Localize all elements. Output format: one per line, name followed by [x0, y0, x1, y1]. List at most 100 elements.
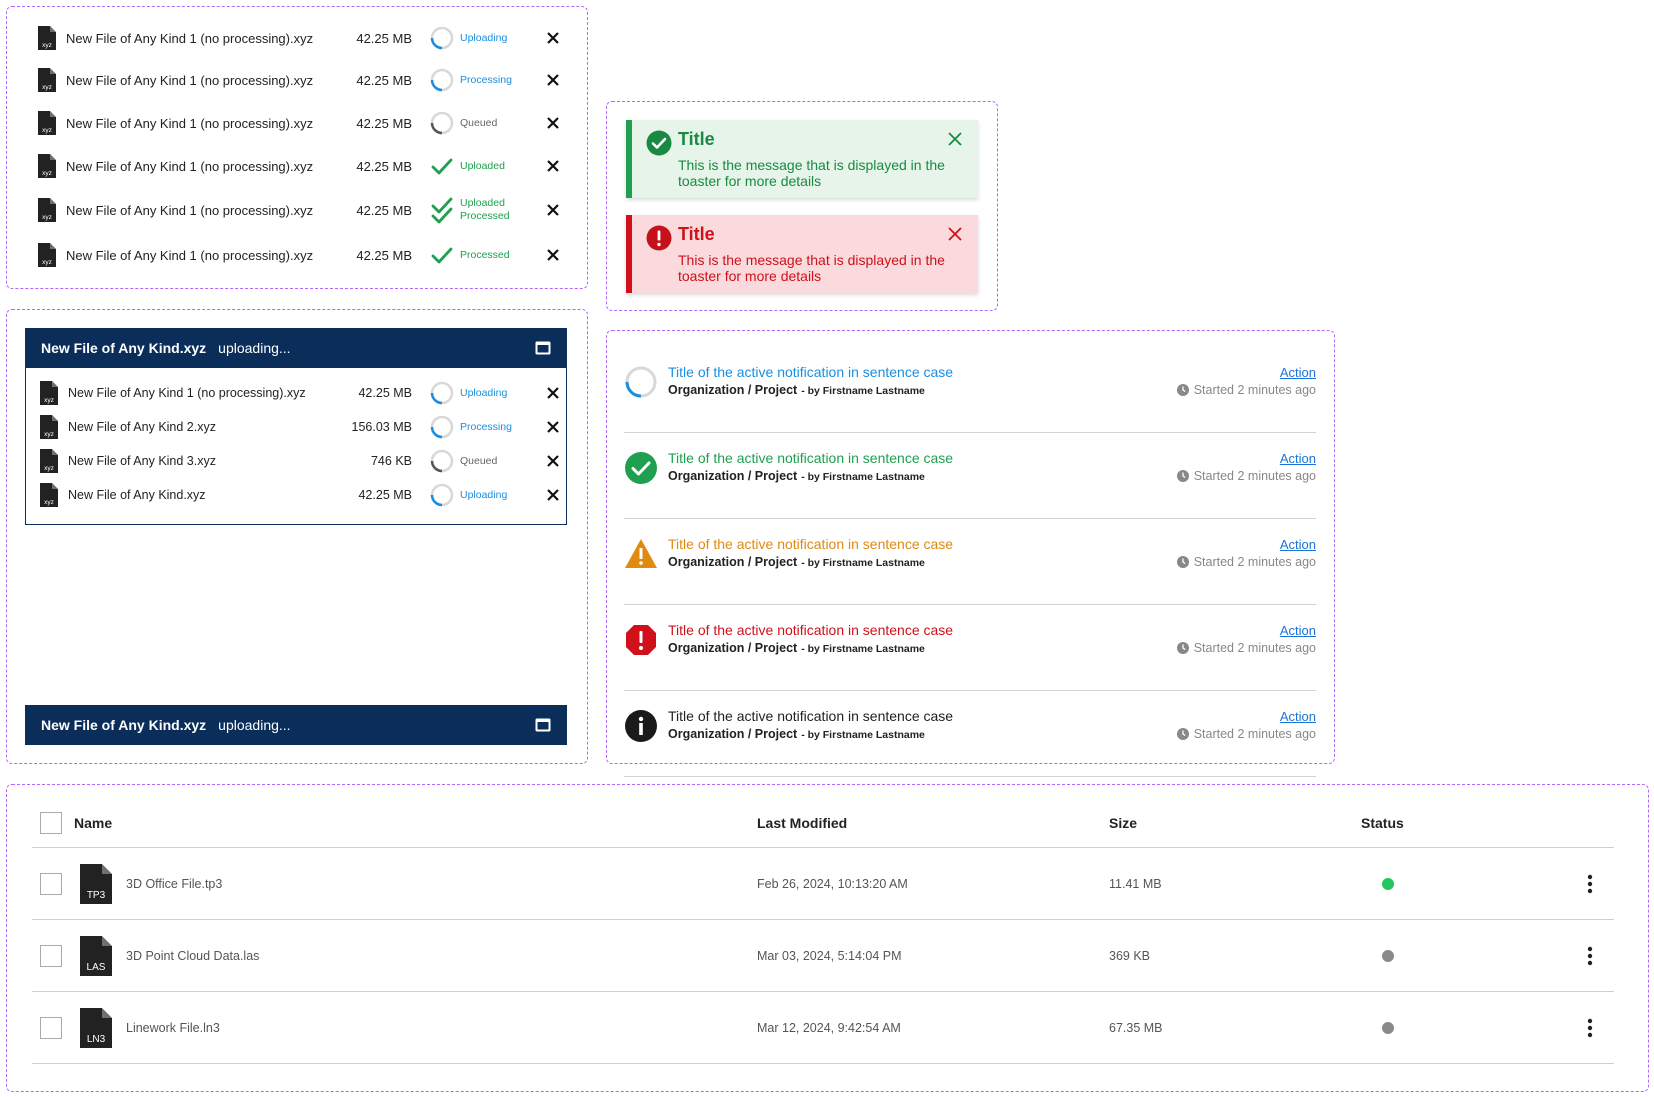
column-header-status[interactable]: Status: [1361, 815, 1404, 831]
close-icon[interactable]: [948, 132, 962, 146]
svg-text:xyz: xyz: [44, 397, 54, 404]
upload-row: xyz New File of Any Kind 2.xyz 156.03 MB Pr…: [26, 410, 566, 444]
notification-action-link[interactable]: Action: [1280, 709, 1316, 724]
svg-text:xyz: xyz: [42, 170, 52, 177]
notification-item-warning: Title of the active notification in sent…: [624, 519, 1316, 605]
file-status: Processing: [430, 68, 530, 92]
table-row[interactable]: TP3 3D Office File.tp3 Feb 26, 2024, 10:13…: [32, 848, 1614, 920]
file-size: 67.35 MB: [1109, 1021, 1163, 1035]
notification-source: Organization / Project - by Firstname Las…: [668, 555, 925, 569]
minimize-icon[interactable]: [535, 341, 551, 355]
file-row: xyz New File of Any Kind 1 (no processing…: [30, 60, 560, 100]
file-size: 42.25 MB: [358, 488, 412, 502]
organization-project: Organization / Project: [668, 383, 798, 397]
file-status: Uploaded Processed: [430, 196, 530, 224]
notification-item-success: Title of the active notification in sent…: [624, 433, 1316, 519]
status-dot: [1382, 950, 1394, 962]
maximize-icon[interactable]: [535, 718, 551, 732]
started-time: Started 2 minutes ago: [1193, 469, 1316, 483]
table-row[interactable]: LAS 3D Point Cloud Data.las Mar 03, 2024, …: [32, 920, 1614, 992]
close-icon[interactable]: [546, 31, 560, 45]
column-header-last-modified[interactable]: Last Modified: [757, 815, 847, 831]
file-row: xyz New File of Any Kind 1 (no processing…: [30, 235, 560, 275]
organization-project: Organization / Project: [668, 641, 798, 655]
file-name[interactable]: Linework File.ln3: [126, 1021, 220, 1035]
close-icon[interactable]: [546, 203, 560, 217]
checkmark-icon: [431, 158, 453, 175]
uploader-collapsed-header[interactable]: New File of Any Kind.xyz uploading...: [25, 705, 567, 745]
notification-action-link[interactable]: Action: [1280, 365, 1316, 380]
notification-time: Started 2 minutes ago: [1176, 555, 1316, 569]
notification-title: Title of the active notification in sent…: [668, 536, 954, 552]
status-dot: [1382, 878, 1394, 890]
notification-item-info: Title of the active notification in sent…: [624, 691, 1316, 777]
file-row: xyz New File of Any Kind 1 (no processing…: [30, 190, 560, 230]
close-icon[interactable]: [546, 116, 560, 130]
more-options-icon[interactable]: [1587, 1018, 1593, 1038]
file-status: Uploading: [430, 381, 530, 405]
close-icon[interactable]: [546, 248, 560, 262]
status-label: Queued: [460, 454, 498, 467]
column-header-size[interactable]: Size: [1109, 815, 1137, 831]
progress-spinner-icon: [430, 26, 454, 50]
svg-text:xyz: xyz: [42, 214, 52, 221]
file-type-icon: LN3: [80, 1008, 112, 1048]
author: - by Firstname Lastname: [801, 729, 925, 741]
notification-item-active: Title of the active notification in sent…: [624, 347, 1316, 433]
file-status: Uploading: [430, 26, 530, 50]
table-row[interactable]: LN3 Linework File.ln3 Mar 12, 2024, 9:42:5…: [32, 992, 1614, 1064]
file-row: xyz New File of Any Kind 1 (no processing…: [30, 146, 560, 186]
progress-spinner-icon: [430, 483, 454, 507]
warning-triangle-icon: [625, 539, 657, 568]
more-options-icon[interactable]: [1587, 946, 1593, 966]
file-name: New File of Any Kind.xyz: [68, 488, 206, 502]
file-name[interactable]: 3D Point Cloud Data.las: [126, 949, 259, 963]
progress-spinner-icon: [430, 68, 454, 92]
file-icon: xyz: [38, 198, 56, 222]
check-circle-icon: [646, 130, 672, 156]
row-checkbox[interactable]: [40, 873, 62, 895]
row-checkbox[interactable]: [40, 1017, 62, 1039]
close-icon[interactable]: [546, 386, 560, 400]
notification-source: Organization / Project - by Firstname Las…: [668, 469, 925, 483]
notification-action-link[interactable]: Action: [1280, 623, 1316, 638]
column-header-name[interactable]: Name: [74, 815, 112, 831]
select-all-checkbox[interactable]: [40, 812, 62, 834]
error-toast: Title This is the message that is displa…: [626, 215, 978, 293]
uploader-header[interactable]: New File of Any Kind.xyz uploading...: [25, 328, 567, 368]
file-size: 42.25 MB: [356, 72, 412, 88]
close-icon[interactable]: [546, 420, 560, 434]
more-options-icon[interactable]: [1587, 874, 1593, 894]
notification-action-link[interactable]: Action: [1280, 451, 1316, 466]
upload-row: xyz New File of Any Kind 1 (no processing…: [26, 376, 566, 410]
file-name[interactable]: 3D Office File.tp3: [126, 877, 222, 891]
file-size: 369 KB: [1109, 949, 1151, 963]
file-icon: xyz: [40, 381, 58, 405]
notification-action-link[interactable]: Action: [1280, 537, 1316, 552]
svg-text:LN3: LN3: [87, 1034, 106, 1045]
file-type-icon: LAS: [80, 936, 112, 976]
notification-title: Title of the active notification in sent…: [668, 708, 954, 724]
status-label: Uploaded: [460, 159, 505, 172]
info-circle-icon: [625, 710, 657, 742]
close-icon[interactable]: [546, 454, 560, 468]
check-circle-icon: [625, 452, 657, 484]
status-label: Processing: [460, 420, 512, 433]
last-modified: Mar 03, 2024, 5:14:04 PM: [757, 949, 902, 963]
close-icon[interactable]: [546, 159, 560, 173]
started-time: Started 2 minutes ago: [1193, 641, 1316, 655]
close-icon[interactable]: [948, 227, 962, 241]
close-icon[interactable]: [546, 73, 560, 87]
svg-text:xyz: xyz: [44, 465, 54, 472]
file-size: 156.03 MB: [351, 420, 412, 434]
close-icon[interactable]: [546, 488, 560, 502]
svg-text:xyz: xyz: [44, 499, 54, 506]
started-time: Started 2 minutes ago: [1193, 727, 1316, 741]
status-label: Queued: [460, 116, 498, 129]
notification-time: Started 2 minutes ago: [1176, 383, 1316, 397]
status-dot: [1382, 1022, 1394, 1034]
row-checkbox[interactable]: [40, 945, 62, 967]
file-icon: xyz: [40, 483, 58, 507]
author: - by Firstname Lastname: [801, 385, 925, 397]
file-row: xyz New File of Any Kind 1 (no processing…: [30, 103, 560, 143]
